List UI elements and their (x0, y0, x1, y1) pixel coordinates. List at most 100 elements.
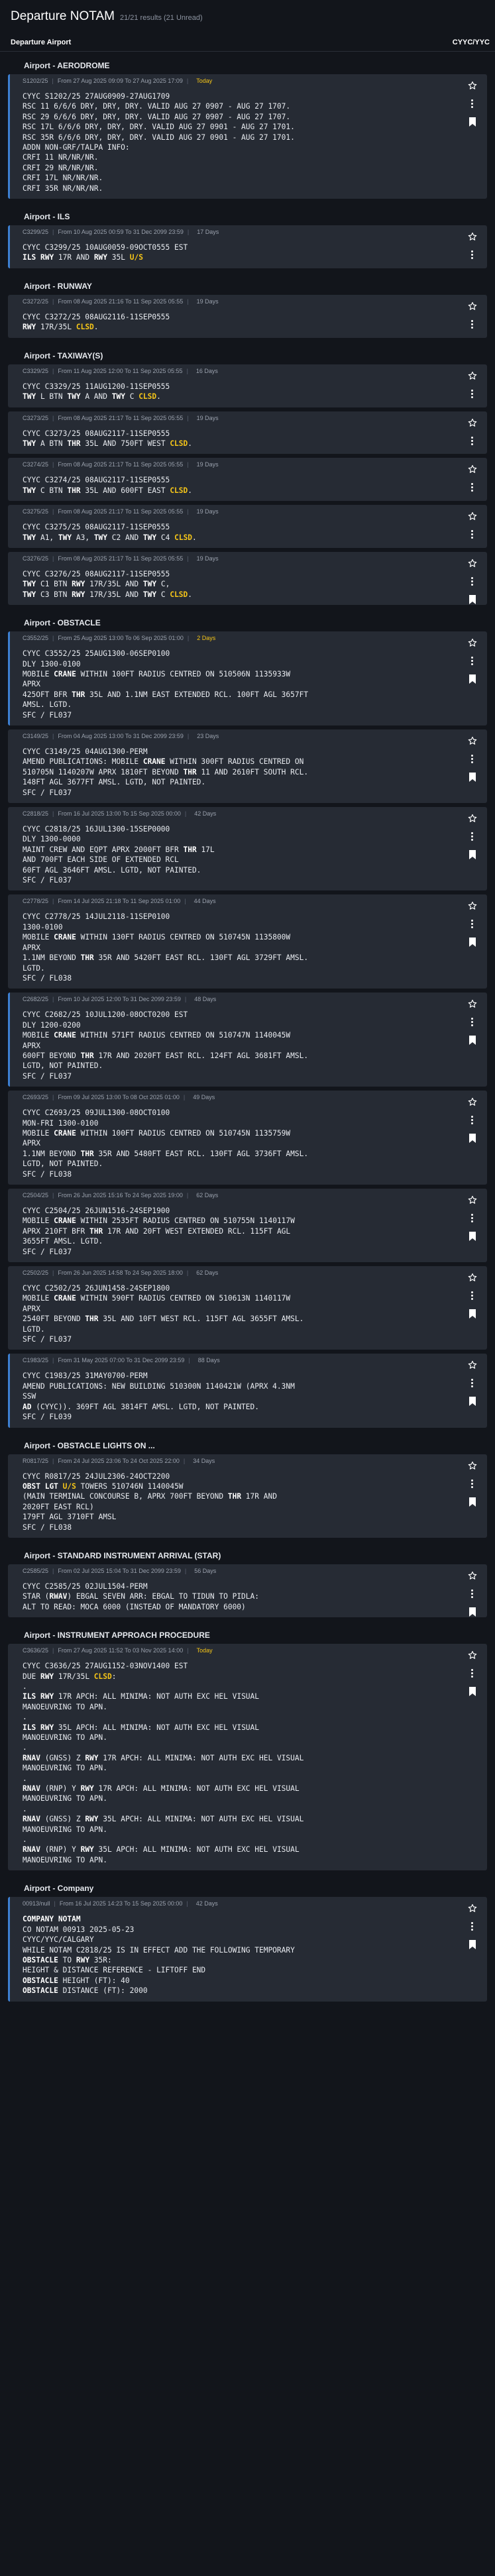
notam-meta: R0817/25 | From 24 Jul 2025 23:06 To 24 Oc… (8, 1454, 487, 1469)
notam-card[interactable]: C3276/25 | From 08 Aug 2025 21:17 To 11 Se… (8, 551, 487, 606)
bookmark-icon[interactable] (469, 1687, 476, 1697)
age-badge: 42 Days (194, 810, 217, 818)
bookmark-icon[interactable] (469, 1397, 476, 1407)
star-icon[interactable] (468, 464, 477, 474)
star-icon[interactable] (468, 999, 477, 1008)
notam-id: C1983/25 (23, 1357, 49, 1364)
separator: | (184, 810, 187, 818)
notam-card[interactable]: C3273/25 | From 08 Aug 2025 21:17 To 11 Se… (8, 411, 487, 455)
star-icon[interactable] (468, 81, 477, 90)
bookmark-icon[interactable] (469, 1497, 476, 1507)
bookmark-icon[interactable] (469, 938, 476, 947)
more-options-icon[interactable] (471, 99, 474, 108)
more-options-icon[interactable] (471, 1018, 474, 1027)
more-options-icon[interactable] (471, 1922, 474, 1931)
notam-id: C2818/25 (23, 810, 49, 818)
more-options-icon[interactable] (471, 1589, 474, 1598)
section-title: Airport - INSTRUMENT APPROACH PROCEDURE (0, 1621, 495, 1644)
notam-meta: S1202/25 | From 27 Aug 2025 09:09 To 27 Au… (8, 74, 487, 89)
more-options-icon[interactable] (471, 755, 474, 763)
bookmark-icon[interactable] (469, 1232, 476, 1241)
separator: | (52, 461, 54, 468)
star-icon[interactable] (468, 1904, 477, 1913)
more-options-icon[interactable] (471, 657, 474, 666)
more-options-icon[interactable] (471, 1214, 474, 1222)
notam-card[interactable]: C1983/25 | From 31 May 2025 07:00 To 31 De… (8, 1354, 487, 1428)
bookmark-icon[interactable] (469, 1036, 476, 1046)
star-icon[interactable] (468, 1650, 477, 1660)
more-options-icon[interactable] (471, 389, 474, 398)
keyword: CRANE (54, 1216, 76, 1226)
more-options-icon[interactable] (471, 1479, 474, 1488)
more-options-icon[interactable] (471, 576, 474, 586)
bookmark-icon[interactable] (469, 1940, 476, 1950)
bookmark-icon[interactable] (469, 594, 476, 604)
card-actions (467, 1360, 478, 1407)
age-badge: 19 Days (196, 555, 219, 562)
valid-from: From 24 Jul 2025 23:06 (58, 1457, 121, 1464)
star-icon[interactable] (468, 901, 477, 910)
more-options-icon[interactable] (471, 1291, 474, 1301)
card-actions (467, 638, 478, 684)
notam-card[interactable]: C3272/25 | From 08 Aug 2025 21:16 To 11 Se… (8, 294, 487, 338)
notam-text: CYYC S1202/25 27AUG0909-27AUG1709 RSC 11… (23, 92, 295, 193)
star-icon[interactable] (468, 418, 477, 427)
notam-card[interactable]: C3299/25 | From 10 Aug 2025 00:59 To 31 De… (8, 225, 487, 268)
notam-card[interactable]: S1202/25 | From 27 Aug 2025 09:09 To 27 Au… (8, 74, 487, 199)
more-options-icon[interactable] (471, 1116, 474, 1125)
star-icon[interactable] (468, 814, 477, 823)
keyword: TWY (142, 590, 157, 599)
notam-card[interactable]: C2778/25 | From 14 Jul 2025 21:18 To 11 Se… (8, 894, 487, 989)
more-options-icon[interactable] (471, 530, 474, 539)
bookmark-icon[interactable] (469, 1607, 476, 1617)
more-options-icon[interactable] (471, 250, 474, 260)
bookmark-icon[interactable] (469, 773, 476, 782)
star-icon[interactable] (468, 1571, 477, 1580)
more-options-icon[interactable] (471, 483, 474, 492)
notam-card[interactable]: C3552/25 | From 25 Aug 2025 13:00 To 06 Se… (8, 631, 487, 725)
more-options-icon[interactable] (471, 920, 474, 929)
more-options-icon[interactable] (471, 319, 474, 329)
notam-card[interactable]: C3149/25 | From 04 Aug 2025 13:00 To 31 De… (8, 729, 487, 804)
star-icon[interactable] (468, 736, 477, 745)
star-icon[interactable] (468, 1097, 477, 1106)
bookmark-icon[interactable] (469, 117, 476, 127)
notam-card[interactable]: 00913/null | From 16 Jul 2025 14:23 To 15 … (8, 1897, 487, 2002)
bookmark-icon[interactable] (469, 850, 476, 860)
star-icon[interactable] (468, 1360, 477, 1369)
star-icon[interactable] (468, 559, 477, 568)
notam-meta: C2502/25 | From 26 Jun 2025 14:58 To 24 Se… (8, 1266, 487, 1281)
star-icon[interactable] (468, 301, 477, 311)
valid-to: To 31 Dec 2099 23:59 (125, 229, 184, 236)
notam-card[interactable]: C3274/25 | From 08 Aug 2025 21:17 To 11 Se… (8, 458, 487, 502)
more-options-icon[interactable] (471, 832, 474, 841)
more-options-icon[interactable] (471, 1379, 474, 1388)
star-icon[interactable] (468, 232, 477, 241)
star-icon[interactable] (468, 371, 477, 380)
notam-card[interactable]: C2818/25 | From 16 Jul 2025 13:00 To 15 Se… (8, 807, 487, 891)
notam-card[interactable]: C3329/25 | From 11 Aug 2025 12:00 To 11 Se… (8, 364, 487, 407)
more-options-icon[interactable] (471, 436, 474, 445)
notam-card[interactable]: C3275/25 | From 08 Aug 2025 21:17 To 11 Se… (8, 505, 487, 548)
star-icon[interactable] (468, 1273, 477, 1282)
keyword: RWY (23, 323, 36, 332)
notam-card[interactable]: C2682/25 | From 10 Jul 2025 12:00 To 31 De… (8, 993, 487, 1087)
notam-card[interactable]: C3636/25 | From 27 Aug 2025 11:52 To 03 No… (8, 1644, 487, 1871)
notam-card[interactable]: C2502/25 | From 26 Jun 2025 14:58 To 24 Se… (8, 1266, 487, 1350)
notam-card[interactable]: C2585/25 | From 02 Jul 2025 15:04 To 31 De… (8, 1564, 487, 1618)
notam-card[interactable]: R0817/25 | From 24 Jul 2025 23:06 To 24 Oc… (8, 1454, 487, 1538)
notam-text: CYYC C3272/25 08AUG2116-11SEP0555 RWY 17… (23, 312, 170, 332)
star-icon[interactable] (468, 511, 477, 521)
bookmark-icon[interactable] (469, 674, 476, 684)
notam-card[interactable]: C2504/25 | From 26 Jun 2025 15:16 To 24 Se… (8, 1189, 487, 1263)
star-icon[interactable] (468, 638, 477, 647)
separator: | (184, 898, 186, 905)
star-icon[interactable] (468, 1195, 477, 1205)
more-options-icon[interactable] (471, 1669, 474, 1678)
bookmark-icon[interactable] (469, 1309, 476, 1319)
notam-id: C2585/25 (23, 1567, 49, 1574)
bookmark-icon[interactable] (469, 1134, 476, 1144)
star-icon[interactable] (468, 1461, 477, 1470)
valid-from: From 26 Jun 2025 14:58 (58, 1269, 123, 1277)
notam-card[interactable]: C2693/25 | From 09 Jul 2025 13:00 To 08 Oc… (8, 1091, 487, 1185)
